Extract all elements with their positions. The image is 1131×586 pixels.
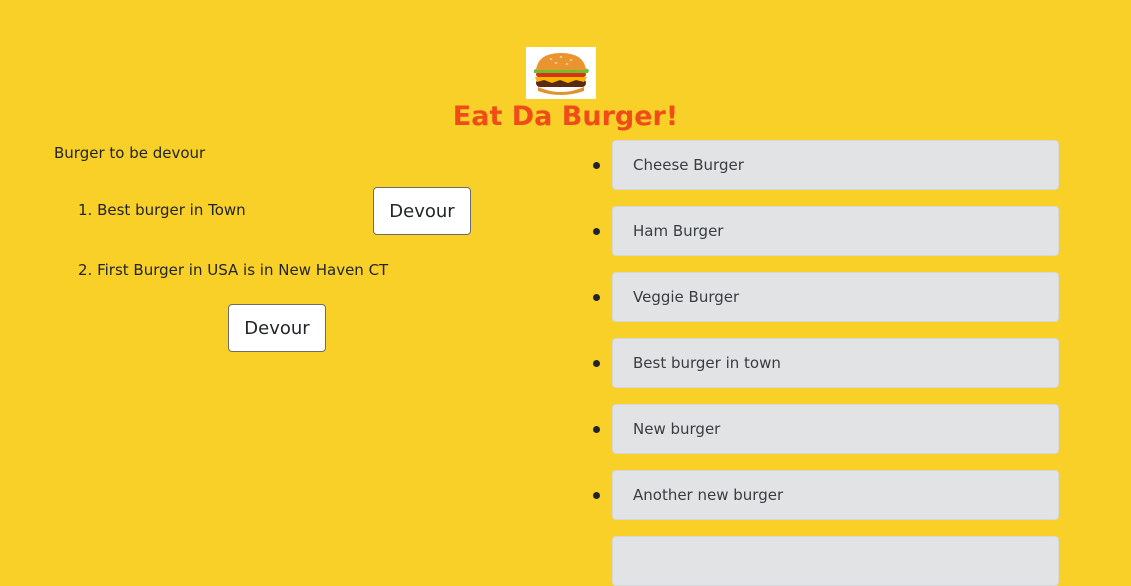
list-bullet (593, 294, 600, 301)
list-item: Best burger in town (612, 338, 1059, 388)
devour-item-label: 2. First Burger in USA is in New Haven C… (78, 261, 389, 279)
list-item: Ham Burger (612, 206, 1059, 256)
devour-item-label: 1. Best burger in Town (78, 201, 246, 219)
list-bullet (593, 228, 600, 235)
burger-logo (526, 47, 596, 99)
list-bullet (593, 426, 600, 433)
list-item: Another new burger (612, 470, 1059, 520)
list-item: Veggie Burger (612, 272, 1059, 322)
devour-button[interactable]: Devour (373, 187, 471, 235)
list-item: New burger (612, 404, 1059, 454)
list-bullet (593, 492, 600, 499)
burger-icon (526, 47, 596, 99)
list-bullet (593, 162, 600, 169)
list-bullet (593, 360, 600, 367)
list-item: Cheese Burger (612, 140, 1059, 190)
list-item (612, 536, 1059, 586)
devour-section-heading: Burger to be devour (54, 144, 206, 162)
page-title: Eat Da Burger! (452, 101, 679, 132)
devour-button[interactable]: Devour (228, 304, 326, 352)
